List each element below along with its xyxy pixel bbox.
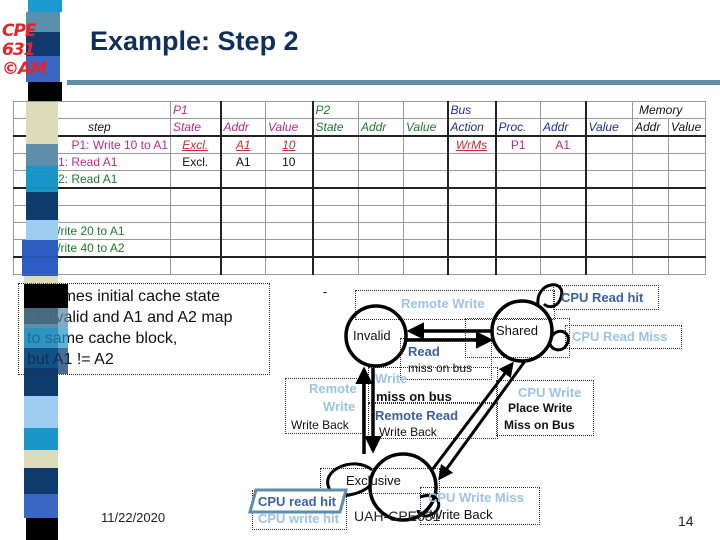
shared-read-miss-loop <box>548 329 570 352</box>
state-invalid: Invalid <box>353 328 391 343</box>
label-read-miss-on-bus: miss on bus <box>408 361 473 375</box>
label-write-miss-on-bus: miss on bus <box>376 389 452 404</box>
diagram-lines <box>248 283 570 522</box>
label-remote-read-write-back: Write Back <box>379 425 437 439</box>
label-remote-write-left: Remote <box>309 381 357 396</box>
label-write: Write <box>375 371 408 386</box>
state-exclusive: Exclusive <box>346 473 401 488</box>
label-place-write: Place Write <box>508 401 573 415</box>
footer-course: UAH-CPE631 <box>354 508 441 524</box>
label-miss-on-bus: Miss on Bus <box>504 418 575 432</box>
label-cpu-read-miss: CPU Read Miss <box>572 329 668 344</box>
label-cpu-write-miss: CPU Write Miss <box>428 490 524 505</box>
label-read: Read <box>408 344 440 359</box>
label-remote-write-left-wb: Write Back <box>291 418 349 432</box>
page-number: 14 <box>678 513 694 529</box>
state-shared: Shared <box>496 323 538 338</box>
label-cpu-read-hit: CPU Read hit <box>561 290 644 305</box>
label-remote-write-top: Remote Write <box>401 296 485 311</box>
label-remote-write-left-2: Write <box>323 399 356 414</box>
label-cpu-write: CPU Write <box>518 385 582 400</box>
shared-read-hit-loop <box>536 283 564 309</box>
label-cpu-read-hit-exclusive: CPU read hit <box>258 494 337 509</box>
label-remote-read: Remote Read <box>375 408 459 423</box>
footer-date: 11/22/2020 <box>101 510 166 525</box>
label-cpu-write-hit-exclusive: CPU write hit <box>258 511 339 526</box>
